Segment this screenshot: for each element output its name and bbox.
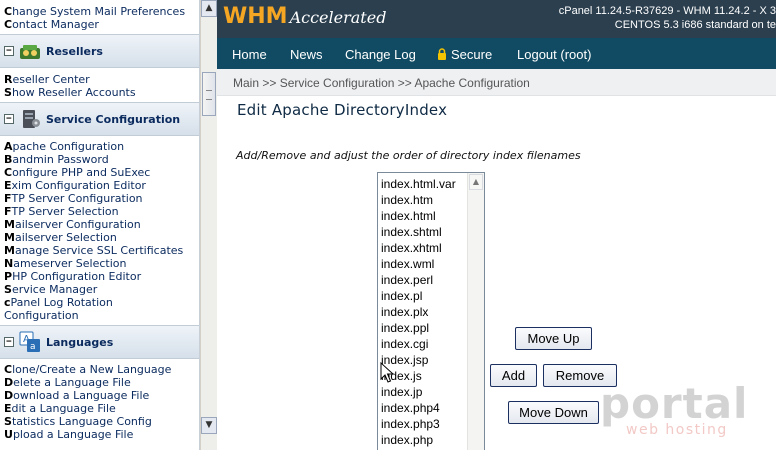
page-title: Edit Apache DirectoryIndex bbox=[237, 101, 448, 119]
sidebar-menu: Change System Mail Preferences Contact M… bbox=[0, 0, 200, 450]
languages-icon: A a bbox=[19, 331, 40, 352]
server-icon bbox=[23, 110, 40, 128]
listbox-scrollbar[interactable]: ▲ bbox=[467, 173, 484, 450]
sidebar-link-download-language-file[interactable]: Download a Language File bbox=[0, 389, 199, 402]
lock-icon bbox=[438, 48, 446, 60]
sidebar-link-clone-create-language[interactable]: Clone/Create a New Language bbox=[0, 363, 199, 376]
version-line-2: CENTOS 5.3 i686 standard on te bbox=[614, 19, 776, 31]
scroll-up-button[interactable]: ▲ bbox=[201, 0, 217, 17]
breadcrumb-text[interactable]: Main >> Service Configuration >> Apache … bbox=[233, 76, 530, 90]
sidebar-link-reseller-center[interactable]: Reseller Center bbox=[0, 73, 199, 86]
sidebar-link-bandmin-password[interactable]: Bandmin Password bbox=[0, 153, 199, 166]
sidebar-link-apache-configuration[interactable]: Apache Configuration bbox=[0, 140, 199, 153]
sidebar: Change System Mail Preferences Contact M… bbox=[0, 0, 217, 450]
section-header-resellers[interactable]: − Resellers bbox=[0, 34, 199, 68]
sidebar-link-statistics-language-config[interactable]: Statistics Language Config bbox=[0, 415, 199, 428]
sidebar-top-links: Change System Mail Preferences Contact M… bbox=[0, 5, 199, 31]
sidebar-link-nameserver-selection[interactable]: Nameserver Selection bbox=[0, 257, 199, 270]
nav-secure[interactable]: Secure bbox=[437, 47, 492, 62]
watermark-word: portal bbox=[600, 379, 749, 428]
section-header-languages[interactable]: − A a Languages bbox=[0, 325, 199, 359]
collapse-icon[interactable]: − bbox=[4, 46, 14, 56]
nav-change-log[interactable]: Change Log bbox=[345, 47, 416, 62]
sidebar-link-service-manager[interactable]: Service Manager bbox=[0, 283, 199, 296]
watermark-subtitle: web hosting bbox=[626, 422, 728, 438]
svg-text:a: a bbox=[30, 342, 36, 352]
resellers-icon bbox=[20, 45, 40, 59]
sidebar-link-configure-php-suexec[interactable]: Configure PHP and SuExec bbox=[0, 166, 199, 179]
sidebar-scrollbar[interactable]: ▲ ▼ bbox=[200, 0, 217, 450]
sidebar-link-php-configuration-editor[interactable]: PHP Configuration Editor bbox=[0, 270, 199, 283]
sidebar-link-ftp-server-selection[interactable]: FTP Server Selection bbox=[0, 205, 199, 218]
section-title-resellers: Resellers bbox=[46, 45, 103, 58]
logo-main-text: WHM bbox=[223, 4, 288, 29]
sidebar-link-manage-service-ssl[interactable]: Manage Service SSL Certificates bbox=[0, 244, 199, 257]
listbox-scroll-up-button[interactable]: ▲ bbox=[469, 174, 483, 190]
nav-news[interactable]: News bbox=[290, 47, 323, 62]
portal-watermark: portal web hosting bbox=[600, 382, 770, 444]
sidebar-link-exim-configuration-editor[interactable]: Exim Configuration Editor bbox=[0, 179, 199, 192]
sidebar-link-delete-language-file[interactable]: Delete a Language File bbox=[0, 376, 199, 389]
version-line-1: cPanel 11.24.5-R37629 - WHM 11.24.2 - X … bbox=[558, 5, 776, 17]
move-down-button[interactable]: Move Down bbox=[508, 401, 599, 424]
nav-secure-label: Secure bbox=[451, 47, 493, 62]
sidebar-link-cpanel-log-rotation-cont[interactable]: Configuration bbox=[0, 309, 199, 322]
sidebar-link-change-system-mail-preferences[interactable]: Change System Mail Preferences bbox=[0, 5, 199, 18]
breadcrumb: Main >> Service Configuration >> Apache … bbox=[217, 69, 776, 96]
sidebar-link-mailserver-selection[interactable]: Mailserver Selection bbox=[0, 231, 199, 244]
section-links-resellers: Reseller Center Show Reseller Accounts bbox=[0, 73, 199, 99]
section-title-service-configuration: Service Configuration bbox=[46, 113, 181, 126]
scroll-thumb[interactable] bbox=[202, 72, 216, 116]
collapse-icon[interactable]: − bbox=[4, 114, 14, 124]
nav-logout[interactable]: Logout (root) bbox=[517, 47, 591, 62]
sidebar-link-show-reseller-accounts[interactable]: Show Reseller Accounts bbox=[0, 86, 199, 99]
sidebar-link-ftp-server-configuration[interactable]: FTP Server Configuration bbox=[0, 192, 199, 205]
mouse-cursor-icon bbox=[380, 362, 394, 383]
section-title-languages: Languages bbox=[46, 336, 114, 349]
scroll-down-button[interactable]: ▼ bbox=[201, 417, 217, 434]
sidebar-link-cpanel-log-rotation[interactable]: cPanel Log Rotation bbox=[0, 296, 199, 309]
nav-home[interactable]: Home bbox=[232, 47, 267, 62]
version-info: cPanel 11.24.5-R37629 - WHM 11.24.2 - X … bbox=[516, 4, 776, 32]
top-header: WHM Accelerated cPanel 11.24.5-R37629 - W… bbox=[217, 0, 776, 38]
logo-sub-text: Accelerated bbox=[289, 8, 387, 27]
move-up-button[interactable]: Move Up bbox=[515, 327, 592, 350]
sidebar-link-upload-language-file[interactable]: Upload a Language File bbox=[0, 428, 199, 441]
add-button[interactable]: Add bbox=[490, 364, 537, 387]
whm-logo[interactable]: WHM Accelerated bbox=[223, 4, 386, 29]
section-links-service-configuration: Apache Configuration Bandmin Password Co… bbox=[0, 140, 199, 322]
section-links-languages: Clone/Create a New Language Delete a Lan… bbox=[0, 363, 199, 441]
sidebar-link-mailserver-configuration[interactable]: Mailserver Configuration bbox=[0, 218, 199, 231]
collapse-icon[interactable]: − bbox=[4, 337, 14, 347]
directory-index-listbox[interactable]: index.html.var index.htm index.html inde… bbox=[377, 172, 485, 450]
sidebar-link-edit-language-file[interactable]: Edit a Language File bbox=[0, 402, 199, 415]
top-nav: Home News Change Log Secure Logout (root… bbox=[217, 38, 776, 69]
section-header-service-configuration[interactable]: − Service Configuration bbox=[0, 102, 199, 136]
instructions-text: Add/Remove and adjust the order of direc… bbox=[236, 149, 581, 162]
sidebar-link-contact-manager[interactable]: Contact Manager bbox=[0, 18, 199, 31]
